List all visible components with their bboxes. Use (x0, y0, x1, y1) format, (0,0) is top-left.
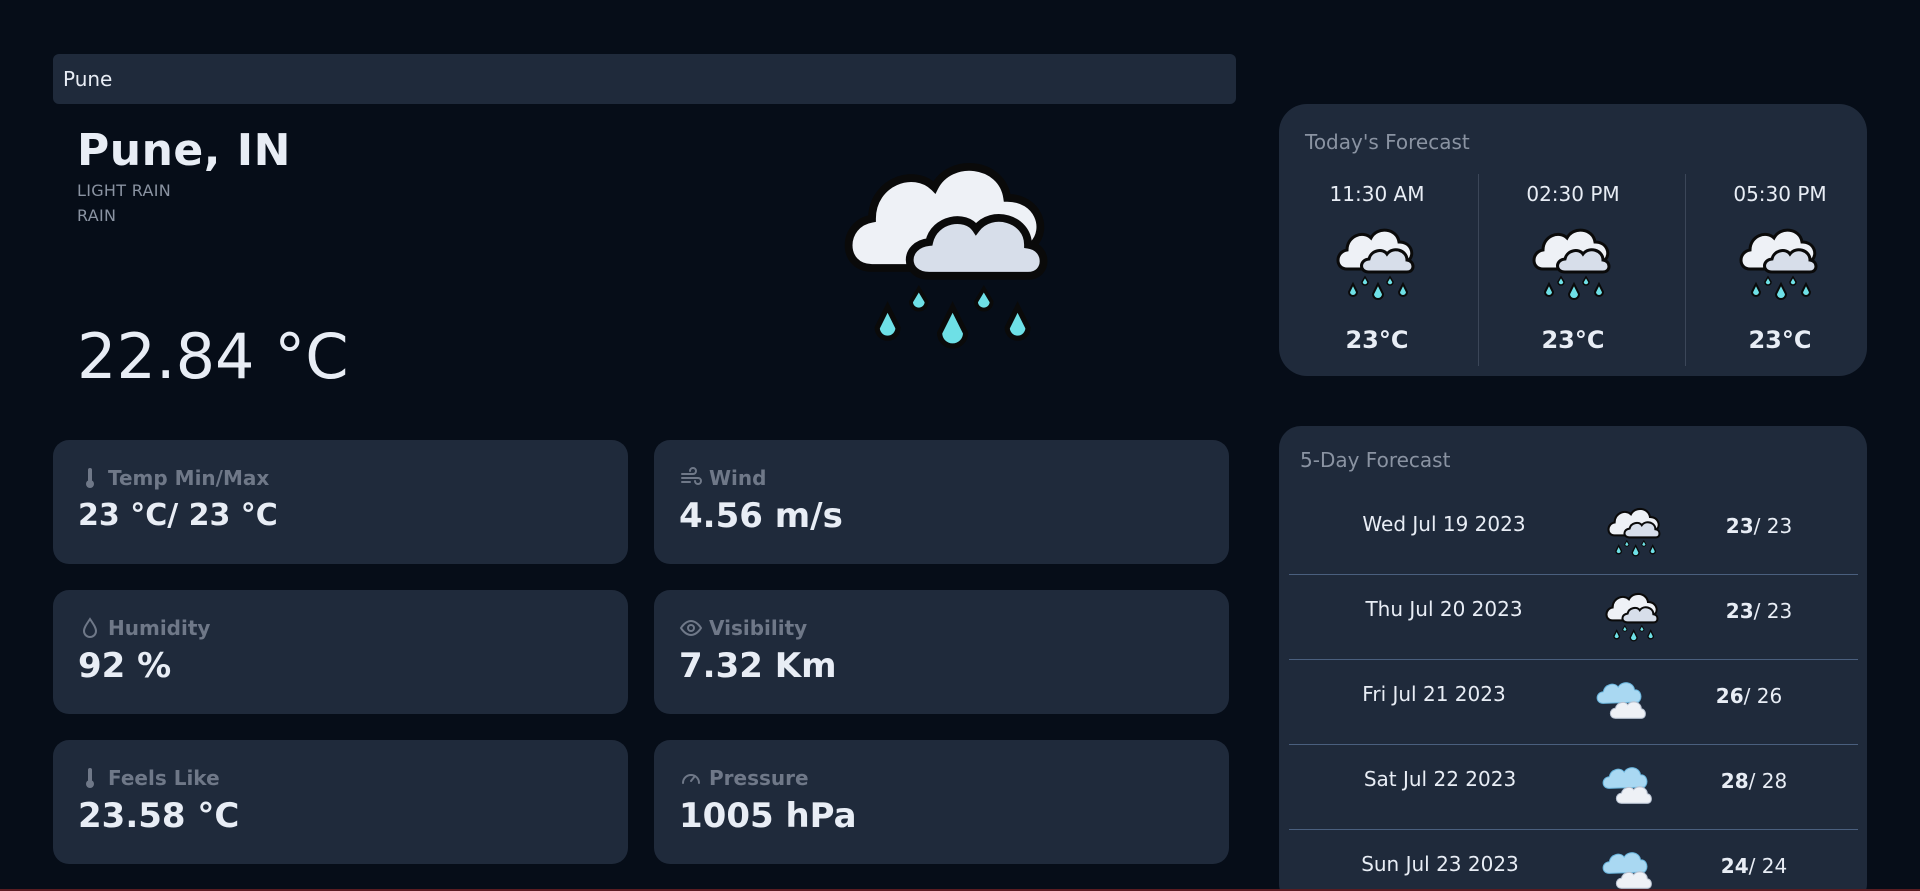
weather-description: LIGHT RAIN (77, 181, 172, 200)
clouds-icon (1597, 838, 1665, 891)
hour-forecast-item: 02:30 PM 23°C (1475, 174, 1671, 370)
forecast-temp-range: 24/ 24 (1684, 854, 1824, 878)
thermometer-icon (86, 768, 94, 788)
humidity-card: Humidity 92 % (53, 590, 628, 714)
temp-minmax-card: Temp Min/Max 23 °C/ 23 °C (53, 440, 628, 564)
hour-time: 05:30 PM (1733, 182, 1827, 206)
cloud-rain-icon (1730, 214, 1830, 314)
forecast-day-row: Sat Jul 22 2023 28/ 28 (1289, 745, 1858, 830)
eye-icon (679, 619, 703, 637)
current-temperature: 22.84 °C (77, 320, 349, 393)
cloud-rain-icon (1599, 583, 1667, 651)
cloud-rain-icon (820, 125, 1080, 385)
clouds-icon (1597, 753, 1665, 821)
visibility-label: Visibility (709, 616, 808, 640)
wind-label: Wind (709, 466, 767, 490)
temp-minmax-value: 23 °C/ 23 °C (78, 498, 278, 533)
hour-temp: 23°C (1541, 326, 1605, 354)
wind-value: 4.56 m/s (679, 496, 843, 536)
five-day-forecast-panel: 5-Day Forecast Wed Jul 19 2023 23/ 23 Th… (1279, 426, 1867, 891)
hour-time: 11:30 AM (1329, 182, 1425, 206)
forecast-min: / 23 (1753, 599, 1793, 623)
feels-like-card: Feels Like 23.58 °C (53, 740, 628, 864)
visibility-card: Visibility 7.32 Km (654, 590, 1229, 714)
hour-forecast-item: 11:30 AM 23°C (1279, 174, 1475, 370)
forecast-temp-range: 23/ 23 (1689, 599, 1829, 623)
forecast-date: Sun Jul 23 2023 (1361, 852, 1519, 876)
forecast-max: 23 (1725, 514, 1754, 538)
forecast-min: / 24 (1748, 854, 1788, 878)
feels-like-label: Feels Like (108, 766, 220, 790)
forecast-day-row: Wed Jul 19 2023 23/ 23 (1289, 490, 1858, 575)
forecast-min: / 26 (1743, 684, 1783, 708)
visibility-value: 7.32 Km (679, 646, 837, 686)
forecast-temp-range: 23/ 23 (1689, 514, 1829, 538)
gauge-icon (682, 774, 700, 784)
five-day-forecast-title: 5-Day Forecast (1300, 448, 1451, 472)
cloud-rain-icon (1601, 498, 1669, 566)
forecast-day-row: Thu Jul 20 2023 23/ 23 (1289, 575, 1858, 660)
forecast-min: / 23 (1753, 514, 1793, 538)
forecast-date: Thu Jul 20 2023 (1365, 597, 1523, 621)
hour-temp: 23°C (1748, 326, 1812, 354)
forecast-min: / 28 (1748, 769, 1788, 793)
forecast-max: 23 (1725, 599, 1754, 623)
droplet-icon (82, 617, 98, 638)
forecast-date: Fri Jul 21 2023 (1362, 682, 1506, 706)
hour-temp: 23°C (1345, 326, 1409, 354)
pressure-value: 1005 hPa (679, 796, 857, 836)
pressure-label: Pressure (709, 766, 809, 790)
forecast-temp-range: 26/ 26 (1679, 684, 1819, 708)
forecast-day-row: Fri Jul 21 2023 26/ 26 (1289, 660, 1858, 745)
pressure-card: Pressure 1005 hPa (654, 740, 1229, 864)
cloud-rain-icon (1523, 214, 1623, 314)
temp-minmax-label: Temp Min/Max (108, 466, 270, 490)
forecast-max: 24 (1720, 854, 1749, 878)
hour-forecast-item: 05:30 PM 23°C (1682, 174, 1878, 370)
todays-forecast-title: Today's Forecast (1305, 130, 1470, 154)
humidity-value: 92 % (78, 646, 172, 686)
clouds-icon (1591, 668, 1659, 736)
city-name: Pune, IN (77, 125, 291, 176)
hour-time: 02:30 PM (1526, 182, 1620, 206)
search-bar[interactable] (53, 54, 1236, 104)
feels-like-value: 23.58 °C (78, 796, 240, 836)
forecast-day-row: Sun Jul 23 2023 24/ 24 (1289, 830, 1858, 891)
weather-main: RAIN (77, 206, 117, 225)
forecast-date: Sat Jul 22 2023 (1363, 767, 1517, 791)
humidity-label: Humidity (108, 616, 211, 640)
search-input[interactable] (63, 67, 1226, 91)
todays-forecast-panel: Today's Forecast 11:30 AM 23°C 02:30 PM … (1279, 104, 1867, 376)
thermometer-icon (86, 468, 94, 488)
forecast-temp-range: 28/ 28 (1684, 769, 1824, 793)
wind-icon (681, 467, 702, 485)
forecast-max: 26 (1715, 684, 1744, 708)
wind-card: Wind 4.56 m/s (654, 440, 1229, 564)
forecast-date: Wed Jul 19 2023 (1362, 512, 1526, 536)
cloud-rain-icon (1327, 214, 1427, 314)
forecast-max: 28 (1720, 769, 1749, 793)
